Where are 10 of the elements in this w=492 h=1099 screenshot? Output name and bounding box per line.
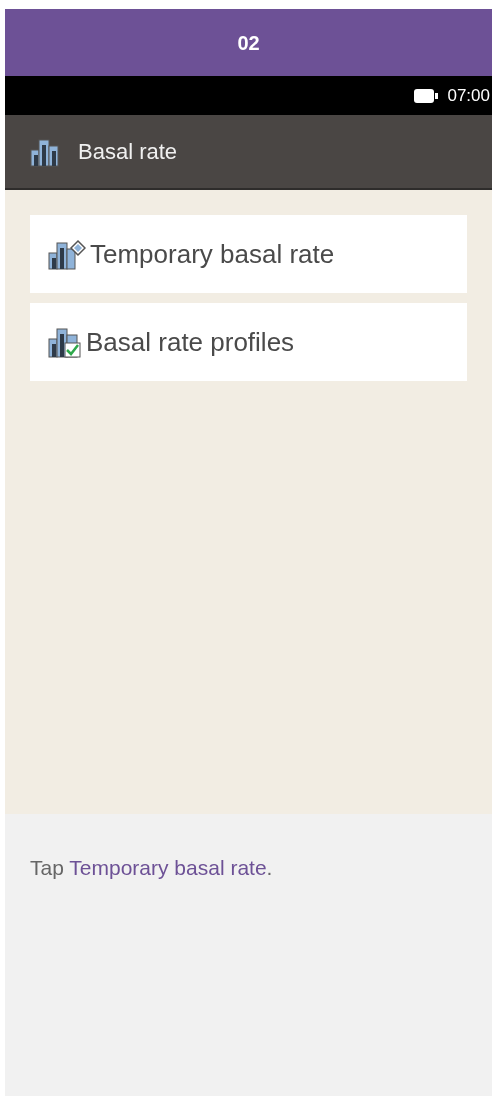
chart-with-checkmark-icon: [48, 326, 82, 358]
menu-item[interactable]: Basal rate profiles: [30, 303, 467, 381]
step-number: 02: [237, 30, 260, 56]
clock-time: 07:00: [447, 84, 490, 107]
menu-item[interactable]: Temporary basal rate: [30, 215, 467, 293]
highlighted-term: Temporary basal rate: [69, 856, 267, 879]
screen-title: Basal rate: [78, 138, 178, 166]
bar-chart-icon: [30, 136, 60, 167]
instruction-text: Tap Temporary basal rate.: [30, 855, 274, 881]
battery-icon: [413, 87, 440, 104]
